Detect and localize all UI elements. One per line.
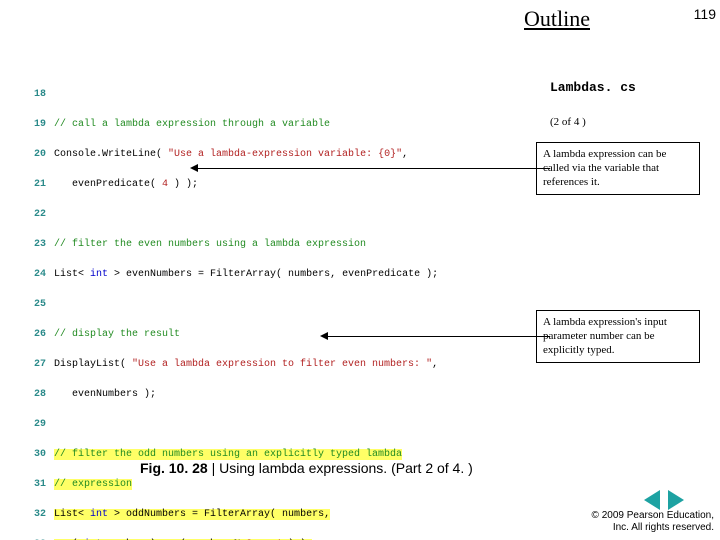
arrow-head-icon — [190, 164, 198, 172]
callout-lambda-call: A lambda expression can be called via th… — [536, 142, 700, 195]
copyright-notice: © 2009 Pearson Education, Inc. All right… — [592, 510, 714, 534]
figure-caption: Fig. 10. 28 | Using lambda expressions. … — [140, 460, 473, 476]
code-line: 19// call a lambda expression through a … — [26, 117, 536, 132]
arrow-line — [198, 168, 550, 169]
code-line: 18 — [26, 87, 536, 102]
code-line: 22 — [26, 207, 536, 222]
slide: Outline 119 18 19// call a lambda expres… — [0, 0, 720, 540]
code-line: 28 evenNumbers ); — [26, 387, 536, 402]
figure-number: Fig. 10. 28 — [140, 460, 208, 476]
code-line: 27DisplayList( "Use a lambda expression … — [26, 357, 536, 372]
code-line: 24List< int > evenNumbers = FilterArray(… — [26, 267, 536, 282]
code-line: 26// display the result — [26, 327, 536, 342]
code-line: 25 — [26, 297, 536, 312]
code-line: 21 evenPredicate( 4 ) ); — [26, 177, 536, 192]
arrow-head-icon — [320, 332, 328, 340]
prev-slide-icon[interactable] — [644, 490, 660, 510]
code-line: 32List< int > oddNumbers = FilterArray( … — [26, 507, 536, 522]
page-number: 119 — [694, 6, 716, 22]
next-slide-icon[interactable] — [668, 490, 684, 510]
arrow-line — [328, 336, 550, 337]
code-line: 31// expression — [26, 477, 536, 492]
figure-text: | Using lambda expressions. (Part 2 of 4… — [208, 460, 473, 476]
code-line: 29 — [26, 417, 536, 432]
code-line: 23// filter the even numbers using a lam… — [26, 237, 536, 252]
callout-typed-param: A lambda expression's input parameter nu… — [536, 310, 700, 363]
file-name: Lambdas. cs — [550, 80, 700, 96]
code-line: 20Console.WriteLine( "Use a lambda-expre… — [26, 147, 536, 162]
file-part: (2 of 4 ) — [550, 116, 700, 130]
outline-heading: Outline — [524, 6, 590, 32]
